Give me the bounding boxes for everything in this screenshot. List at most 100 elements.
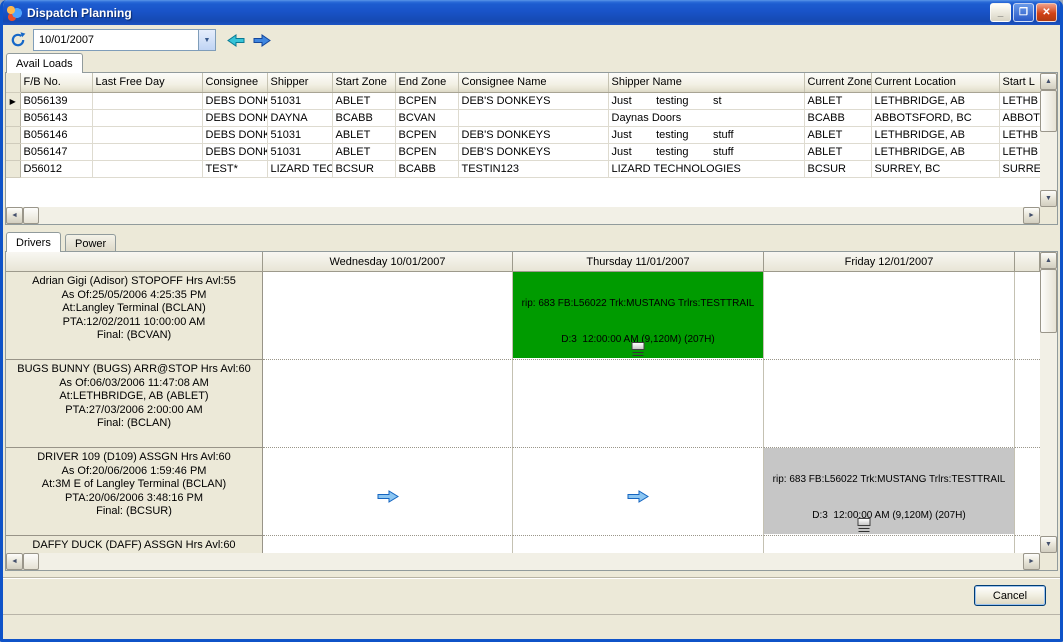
schedule-cell-friday[interactable] bbox=[764, 272, 1015, 360]
cell[interactable]: SURREY, BC bbox=[871, 160, 999, 177]
day-header-friday[interactable]: Friday 12/01/2007 bbox=[764, 252, 1015, 272]
cell[interactable]: TESTIN123 bbox=[458, 160, 608, 177]
cell[interactable]: LETHB bbox=[999, 92, 1040, 109]
cell[interactable] bbox=[458, 109, 608, 126]
loads-horizontal-scrollbar[interactable]: ◄ ► bbox=[6, 207, 1040, 224]
scrollbar-thumb[interactable] bbox=[23, 207, 39, 224]
cell[interactable] bbox=[92, 160, 202, 177]
scroll-up-button[interactable]: ▲ bbox=[1040, 73, 1057, 90]
tab-drivers[interactable]: Drivers bbox=[6, 232, 61, 252]
cell[interactable]: LETHBRIDGE, AB bbox=[871, 143, 999, 160]
cell[interactable]: DEBS DONKE bbox=[202, 92, 267, 109]
table-row[interactable]: B056143 DEBS DONKE DAYNA BCABB BCVAN Day… bbox=[6, 109, 1040, 126]
row-selector[interactable] bbox=[6, 160, 20, 177]
table-row[interactable]: D56012 TEST* LIZARD TEC BCSUR BCABB TEST… bbox=[6, 160, 1040, 177]
schedule-cell-wednesday[interactable] bbox=[263, 360, 513, 448]
dropdown-arrow-icon[interactable]: ▼ bbox=[198, 30, 215, 50]
cell[interactable]: DEB'S DONKEYS bbox=[458, 92, 608, 109]
schedule-cell-thursday[interactable]: rip: 683 FB:L56022 Trk:MUSTANG Trlrs:TES… bbox=[513, 272, 764, 360]
scroll-left-button[interactable]: ◄ bbox=[6, 553, 23, 570]
schedule-cell-thursday[interactable] bbox=[513, 360, 764, 448]
cell[interactable]: LIZARD TEC bbox=[267, 160, 332, 177]
titlebar[interactable]: Dispatch Planning _ ❐ ✕ bbox=[0, 0, 1063, 25]
cell[interactable]: ABLET bbox=[804, 143, 871, 160]
table-row[interactable]: ▶ B056139 DEBS DONKE 51031 ABLET BCPEN D… bbox=[6, 92, 1040, 109]
column-header[interactable]: Shipper Name bbox=[608, 73, 804, 92]
column-header[interactable]: Consignee bbox=[202, 73, 267, 92]
cell[interactable]: B056139 bbox=[20, 92, 92, 109]
cell[interactable]: Daynas Doors bbox=[608, 109, 804, 126]
column-header[interactable]: F/B No. bbox=[20, 73, 92, 92]
table-row[interactable]: B056147 DEBS DONKE 51031 ABLET BCPEN DEB… bbox=[6, 143, 1040, 160]
cell[interactable]: BCABB bbox=[332, 109, 395, 126]
previous-day-button[interactable] bbox=[223, 28, 249, 52]
cell[interactable]: Just testing stuff bbox=[608, 143, 804, 160]
schedule-cell-friday[interactable] bbox=[764, 536, 1015, 553]
date-input[interactable] bbox=[34, 30, 198, 50]
cell[interactable]: ABBOTSFORD, BC bbox=[871, 109, 999, 126]
dispatch-arrow-icon[interactable] bbox=[627, 490, 649, 506]
cell[interactable]: LIZARD TECHNOLOGIES bbox=[608, 160, 804, 177]
cell[interactable]: ABLET bbox=[332, 126, 395, 143]
cell[interactable]: LETHBRIDGE, AB bbox=[871, 126, 999, 143]
column-header[interactable]: Start L bbox=[999, 73, 1040, 92]
scroll-down-button[interactable]: ▼ bbox=[1040, 190, 1057, 207]
cell[interactable]: BCPEN bbox=[395, 92, 458, 109]
column-header[interactable]: Start Zone bbox=[332, 73, 395, 92]
cell[interactable]: LETHB bbox=[999, 143, 1040, 160]
cell[interactable]: BCPEN bbox=[395, 126, 458, 143]
cell[interactable]: B056147 bbox=[20, 143, 92, 160]
schedule-cell-friday[interactable]: rip: 683 FB:L56022 Trk:MUSTANG Trlrs:TES… bbox=[764, 448, 1015, 536]
cell[interactable]: LETHB bbox=[999, 126, 1040, 143]
cell[interactable]: LETHBRIDGE, AB bbox=[871, 92, 999, 109]
schedule-cell-wednesday[interactable] bbox=[263, 536, 513, 553]
cell[interactable] bbox=[92, 143, 202, 160]
cell[interactable] bbox=[92, 126, 202, 143]
scroll-down-button[interactable]: ▼ bbox=[1040, 536, 1057, 553]
cell[interactable]: Just testing st bbox=[608, 92, 804, 109]
cell[interactable]: ABBOT bbox=[999, 109, 1040, 126]
cell[interactable]: BCVAN bbox=[395, 109, 458, 126]
cell[interactable]: B056143 bbox=[20, 109, 92, 126]
schedule-cell-wednesday[interactable] bbox=[263, 272, 513, 360]
next-day-button[interactable] bbox=[249, 28, 275, 52]
schedule-horizontal-scrollbar[interactable]: ◄ ► bbox=[6, 553, 1040, 570]
cell[interactable]: ABLET bbox=[332, 143, 395, 160]
column-header[interactable]: End Zone bbox=[395, 73, 458, 92]
close-button[interactable]: ✕ bbox=[1036, 3, 1057, 22]
cell[interactable]: DEB'S DONKEYS bbox=[458, 143, 608, 160]
scrollbar-thumb[interactable] bbox=[23, 553, 39, 570]
column-header[interactable]: Current Location bbox=[871, 73, 999, 92]
column-header[interactable]: Shipper bbox=[267, 73, 332, 92]
scroll-up-button[interactable]: ▲ bbox=[1040, 252, 1057, 269]
loads-vertical-scrollbar[interactable]: ▲ ▼ bbox=[1040, 73, 1057, 207]
day-header-wednesday[interactable]: Wednesday 10/01/2007 bbox=[263, 252, 513, 272]
driver-info-cell[interactable]: DAFFY DUCK (DAFF) ASSGN Hrs Avl:60 bbox=[6, 536, 263, 553]
trip-event-block[interactable]: rip: 683 FB:L56022 Trk:MUSTANG Trlrs:TES… bbox=[764, 448, 1014, 534]
row-selector[interactable]: ▶ bbox=[6, 92, 20, 109]
schedule-cell-thursday[interactable] bbox=[513, 448, 764, 536]
cell[interactable]: DEB'S DONKEYS bbox=[458, 126, 608, 143]
dispatch-arrow-icon[interactable] bbox=[377, 490, 399, 506]
cell[interactable]: ABLET bbox=[332, 92, 395, 109]
trip-event-block[interactable]: rip: 683 FB:L56022 Trk:MUSTANG Trlrs:TES… bbox=[513, 272, 763, 358]
refresh-button[interactable] bbox=[5, 28, 31, 52]
date-combobox[interactable]: ▼ bbox=[33, 29, 216, 51]
cell[interactable]: TEST* bbox=[202, 160, 267, 177]
row-selector[interactable] bbox=[6, 143, 20, 160]
cell[interactable]: BCABB bbox=[804, 109, 871, 126]
scroll-right-button[interactable]: ► bbox=[1023, 553, 1040, 570]
column-header[interactable]: Last Free Day bbox=[92, 73, 202, 92]
column-header[interactable]: Current Zone bbox=[804, 73, 871, 92]
cell[interactable] bbox=[92, 109, 202, 126]
row-selector[interactable] bbox=[6, 109, 20, 126]
table-row[interactable]: B056146 DEBS DONKE 51031 ABLET BCPEN DEB… bbox=[6, 126, 1040, 143]
maximize-button[interactable]: ❐ bbox=[1013, 3, 1034, 22]
driver-info-cell[interactable]: Adrian Gigi (Adisor) STOPOFF Hrs Avl:55 … bbox=[6, 272, 263, 360]
cell[interactable]: BCSUR bbox=[804, 160, 871, 177]
cell[interactable]: DAYNA bbox=[267, 109, 332, 126]
cell[interactable]: 51031 bbox=[267, 143, 332, 160]
cell[interactable]: BCABB bbox=[395, 160, 458, 177]
tab-avail-loads[interactable]: Avail Loads bbox=[6, 53, 83, 73]
cell[interactable]: 51031 bbox=[267, 92, 332, 109]
